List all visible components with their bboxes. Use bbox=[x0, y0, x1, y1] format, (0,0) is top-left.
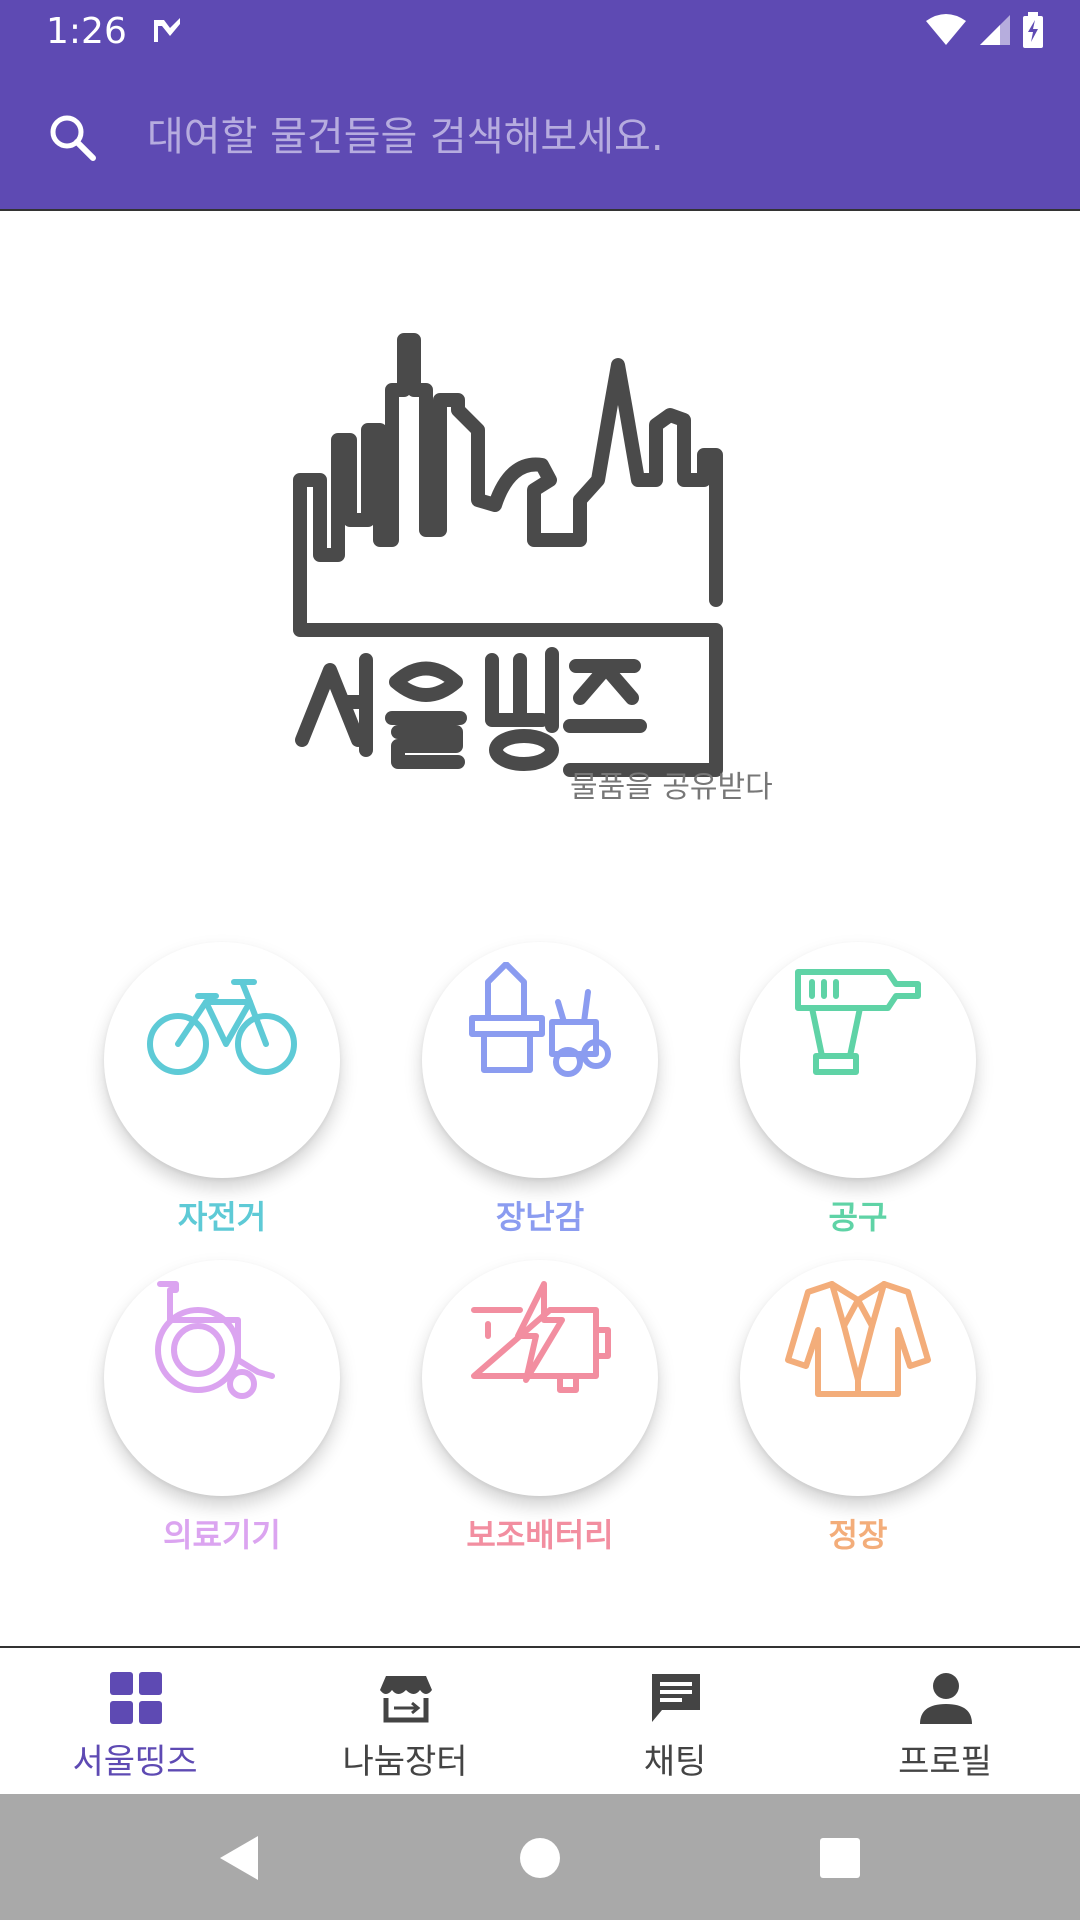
person-icon bbox=[920, 1673, 972, 1724]
battery-charging-icon bbox=[1023, 12, 1043, 48]
category-label: 보조배터리 bbox=[466, 1516, 614, 1554]
category-toy[interactable]: 장난감 bbox=[410, 942, 670, 1236]
battery-pack-icon bbox=[471, 1281, 611, 1393]
status-time: 1:26 bbox=[46, 11, 127, 52]
category-grid: 자전거 장난감 공구 의료기기 보조배터리 정장 bbox=[0, 0, 1080, 1640]
wifi-icon bbox=[926, 14, 966, 45]
suit-jacket-icon bbox=[785, 1281, 931, 1397]
toy-icon bbox=[469, 962, 611, 1077]
category-bicycle[interactable]: 자전거 bbox=[92, 942, 352, 1236]
category-label: 장난감 bbox=[495, 1198, 585, 1236]
category-medical[interactable]: 의료기기 bbox=[92, 1260, 352, 1554]
category-tools[interactable]: 공구 bbox=[728, 942, 988, 1236]
notification-check-icon bbox=[154, 18, 180, 42]
signal-icon bbox=[980, 15, 1010, 45]
system-navigation-bar bbox=[0, 1794, 1080, 1920]
category-suit[interactable]: 정장 bbox=[728, 1260, 988, 1554]
chat-icon bbox=[652, 1674, 700, 1722]
grid-icon bbox=[110, 1672, 162, 1724]
status-bar: 1:26 bbox=[0, 0, 1080, 63]
bottom-navigation: 서울띵즈 나눔장터 채팅 프로필 bbox=[0, 1646, 1080, 1796]
search-bar bbox=[0, 63, 1080, 211]
nav-item-chat[interactable]: 채팅 bbox=[540, 1648, 810, 1796]
nav-label: 프로필 bbox=[898, 1742, 992, 1782]
category-label: 의료기기 bbox=[163, 1516, 281, 1554]
category-label: 공구 bbox=[828, 1198, 888, 1236]
recents-icon[interactable] bbox=[812, 1830, 868, 1886]
nav-item-market[interactable]: 나눔장터 bbox=[270, 1648, 540, 1796]
nav-label: 나눔장터 bbox=[342, 1742, 468, 1782]
status-icons bbox=[924, 12, 1044, 48]
search-input[interactable] bbox=[145, 103, 1029, 171]
wheelchair-icon bbox=[155, 1281, 275, 1399]
category-powerbank[interactable]: 보조배터리 bbox=[410, 1260, 670, 1554]
nav-label: 채팅 bbox=[643, 1742, 707, 1782]
category-label: 자전거 bbox=[177, 1198, 267, 1236]
back-icon[interactable] bbox=[212, 1830, 268, 1886]
nav-item-home[interactable]: 서울띵즈 bbox=[0, 1648, 270, 1796]
store-icon bbox=[380, 1676, 432, 1723]
nav-item-profile[interactable]: 프로필 bbox=[810, 1648, 1080, 1796]
bicycle-icon bbox=[147, 979, 297, 1075]
home-icon[interactable] bbox=[512, 1830, 568, 1886]
search-icon[interactable] bbox=[46, 111, 98, 163]
seoul-things-logo bbox=[293, 333, 723, 777]
category-label: 정장 bbox=[828, 1516, 888, 1554]
drill-icon bbox=[795, 969, 921, 1075]
nav-label: 서울띵즈 bbox=[72, 1742, 198, 1782]
logo-tagline: 물품을 공유받다 bbox=[570, 770, 773, 805]
